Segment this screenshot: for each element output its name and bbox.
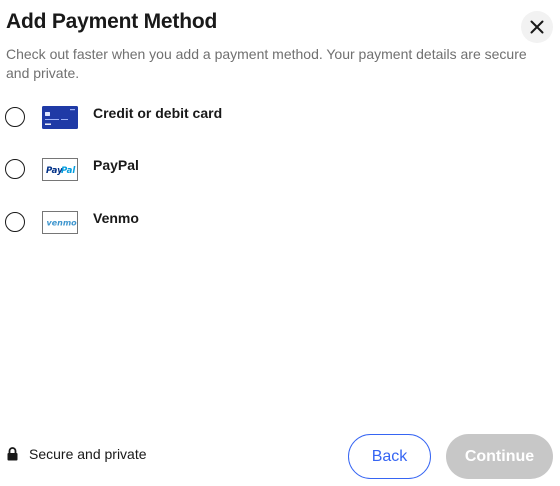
svg-text:venmo: venmo [47,218,78,227]
radio-button-venmo[interactable] [5,212,25,232]
dialog-subtitle: Check out faster when you add a payment … [6,46,527,81]
continue-button[interactable]: Continue [446,434,553,479]
payment-option-label: PayPal [93,157,139,173]
radio-button-card[interactable] [5,107,25,127]
payment-option-venmo[interactable]: venmo Venmo [5,208,305,236]
payment-option-paypal[interactable]: Pay Pal PayPal [5,155,305,183]
secure-label: Secure and private [29,446,147,462]
lock-icon [7,447,18,461]
credit-card-icon [42,105,78,129]
secure-notice: Secure and private [7,446,147,462]
payment-option-label: Credit or debit card [93,105,223,121]
payment-option-label: Venmo [93,210,139,226]
close-icon [530,20,544,34]
radio-button-paypal[interactable] [5,159,25,179]
svg-text:Pal: Pal [61,166,76,176]
paypal-logo: Pay Pal [42,157,78,181]
venmo-logo: venmo [42,210,78,234]
payment-option-card[interactable]: Credit or debit card [5,103,305,131]
back-button[interactable]: Back [348,434,431,479]
dialog-title: Add Payment Method [6,10,218,33]
close-button[interactable] [521,11,553,43]
add-payment-dialog: Add Payment Method Check out faster when… [0,0,560,486]
